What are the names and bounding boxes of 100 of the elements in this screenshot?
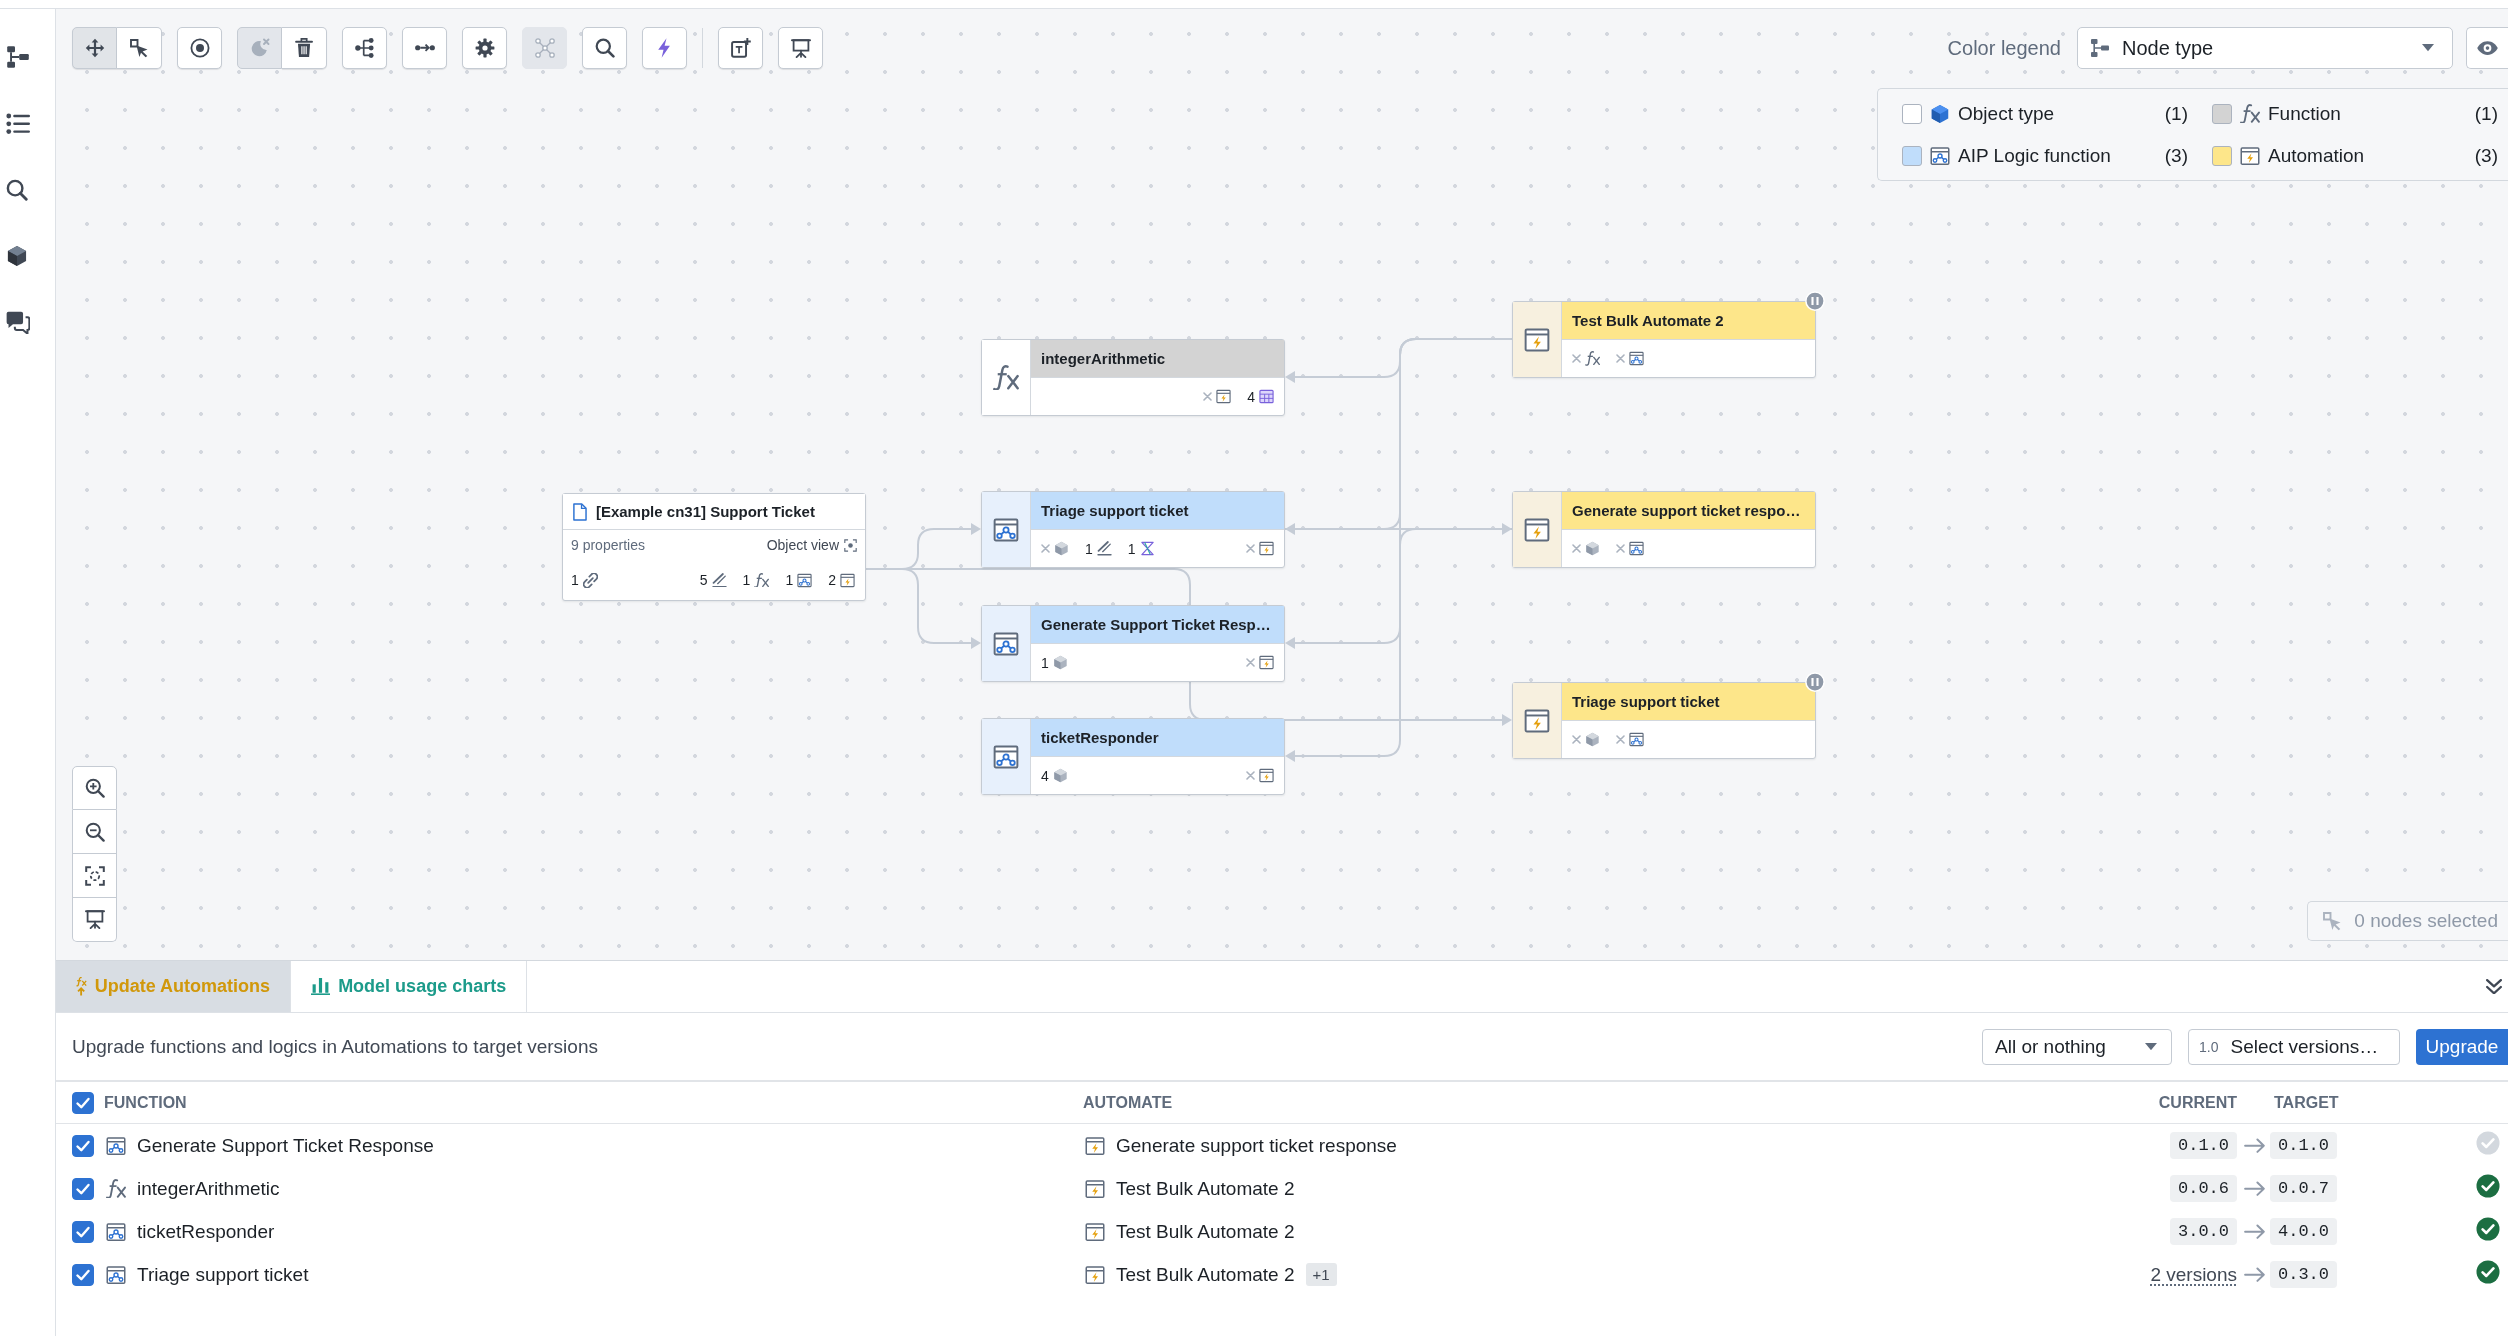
search-icon: [594, 38, 615, 58]
node-count: 4: [1041, 767, 1049, 784]
node-title: ticketResponder: [1041, 729, 1159, 746]
flow-window-icon: [1629, 351, 1644, 366]
delete-button[interactable]: [282, 27, 327, 69]
pen-lines-icon: [1096, 541, 1112, 556]
node-count: 5: [699, 572, 708, 588]
bolt-window-icon: [1085, 1178, 1105, 1199]
fx-icon: [2240, 103, 2260, 124]
target-version: 0.3.0: [2270, 1261, 2337, 1288]
flow-window-icon: [1629, 541, 1644, 556]
select-versions-button[interactable]: 1.0 Select versions…: [2188, 1028, 2400, 1065]
cross-icon: [1572, 354, 1581, 363]
gear-icon: [474, 38, 495, 58]
search-button[interactable]: [582, 27, 627, 69]
cross-icon: [1246, 544, 1255, 553]
trash-icon: [294, 38, 314, 58]
network-icon: [534, 38, 555, 58]
target-version: 0.0.7: [2270, 1175, 2337, 1202]
crescent-cross-icon: [249, 38, 270, 58]
object-node[interactable]: [Example cn31] Support Ticket 9 properties Object view 1 5 1 1 2: [562, 493, 866, 601]
checkbox[interactable]: [72, 1263, 94, 1286]
legend-count: (1): [2164, 102, 2188, 125]
zoom-in-icon: [84, 778, 105, 798]
mode-dropdown[interactable]: All or nothing: [1982, 1028, 2172, 1065]
checkbox[interactable]: [72, 1091, 94, 1114]
flow-window-icon: [993, 630, 1019, 657]
settings-button[interactable]: [462, 27, 507, 69]
checkbox[interactable]: [72, 1134, 94, 1157]
bolt-window-icon: [1085, 1135, 1105, 1156]
eye-icon: [2477, 40, 2498, 56]
graph-icon[interactable]: [6, 45, 30, 69]
target-version: 0.1.0: [2270, 1132, 2337, 1159]
node-count: 1: [1041, 654, 1049, 671]
automate-button[interactable]: [642, 27, 687, 69]
function-name: Generate Support Ticket Response: [137, 1134, 434, 1157]
bolt-window-icon: [1216, 389, 1232, 404]
logic-node[interactable]: ticketResponder 4: [981, 718, 1285, 795]
arrow-right-icon: [2244, 1180, 2266, 1197]
document-icon: [573, 502, 587, 521]
node-title: Triage support ticket: [1572, 693, 1720, 710]
select-tool-button[interactable]: [117, 27, 162, 69]
automation-name: Test Bulk Automate 2: [1116, 1177, 1295, 1200]
upgrade-button[interactable]: Upgrade: [2416, 1028, 2508, 1065]
cube-icon: [1930, 103, 1950, 124]
legend-title: Color legend: [1947, 36, 2061, 60]
lightning-icon: [658, 38, 671, 58]
panel-description: Upgrade functions and logics in Automations to target versions: [72, 1035, 598, 1058]
object-view-link[interactable]: Object view: [766, 537, 839, 553]
hierarchy-icon: [355, 38, 374, 58]
automation-node[interactable]: Test Bulk Automate 2: [1512, 301, 1816, 378]
present-button[interactable]: [778, 27, 823, 69]
cube-icon: [1054, 541, 1069, 556]
chat-icon[interactable]: [6, 310, 30, 334]
legend-label: Function: [2268, 102, 2341, 125]
cross-icon: [1572, 544, 1581, 553]
list-icon[interactable]: [6, 113, 30, 135]
visibility-button[interactable]: [2466, 27, 2508, 69]
automation-name: Generate support ticket response: [1116, 1134, 1397, 1157]
node-type-dropdown[interactable]: Node type: [2077, 27, 2453, 69]
cross-icon: [1203, 392, 1213, 401]
function-node[interactable]: integerArithmetic 4: [981, 339, 1285, 416]
flow-window-icon: [106, 1221, 126, 1242]
zoom-in-button[interactable]: [72, 766, 117, 810]
bolt-window-icon: [1085, 1264, 1105, 1285]
easel-icon: [84, 910, 105, 929]
zoom-out-button[interactable]: [72, 810, 117, 854]
cross-icon: [1616, 354, 1625, 363]
color-swatch[interactable]: [1902, 145, 1922, 166]
add-text-button[interactable]: [718, 27, 763, 69]
double-chevron-down-icon[interactable]: [2486, 978, 2502, 995]
node-title: Triage support ticket: [1041, 502, 1189, 519]
path-button[interactable]: [402, 27, 447, 69]
layout-button[interactable]: [342, 27, 387, 69]
flow-window-icon: [1629, 732, 1644, 747]
fit-view-button[interactable]: [72, 854, 117, 898]
legend-count: (1): [2474, 102, 2498, 125]
node-count: 1: [742, 572, 751, 588]
automation-node[interactable]: Triage support ticket: [1512, 682, 1816, 759]
bolt-window-icon: [1524, 516, 1550, 543]
node-count: 1: [1085, 540, 1093, 557]
logic-node[interactable]: Generate Support Ticket Resp… 1: [981, 605, 1285, 682]
zoom-out-icon: [84, 821, 105, 842]
color-swatch[interactable]: [2212, 103, 2232, 124]
node-title: Generate Support Ticket Resp…: [1041, 616, 1271, 633]
move-tool-button[interactable]: [72, 27, 117, 69]
checkbox[interactable]: [72, 1177, 94, 1200]
bolt-window-icon: [1524, 326, 1550, 353]
cube-icon[interactable]: [6, 244, 28, 267]
automation-node[interactable]: Generate support ticket respo…: [1512, 491, 1816, 568]
bolt-window-icon: [2240, 145, 2260, 166]
present-button[interactable]: [72, 898, 117, 942]
checkbox[interactable]: [72, 1220, 94, 1243]
focus-button[interactable]: [177, 27, 222, 69]
color-swatch[interactable]: [2212, 145, 2232, 166]
cross-icon: [1616, 735, 1625, 744]
color-swatch[interactable]: [1902, 103, 1922, 124]
logic-node[interactable]: Triage support ticket 1 1: [981, 491, 1285, 568]
search-icon[interactable]: [6, 178, 28, 201]
versions-link[interactable]: 2 versions: [2150, 1263, 2237, 1285]
